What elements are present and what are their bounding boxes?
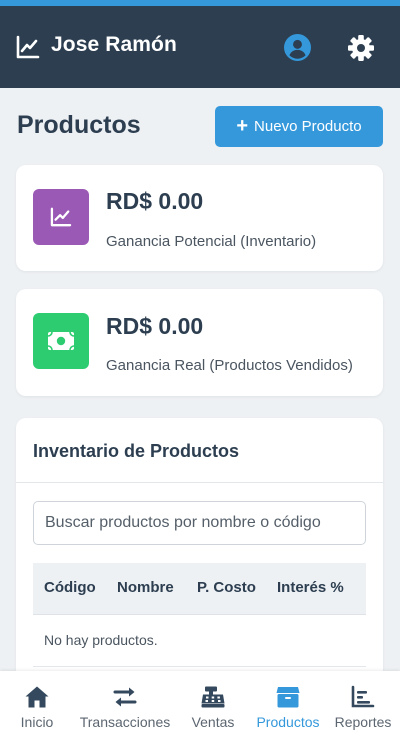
page-title: Productos	[17, 111, 141, 139]
money-bill-icon	[47, 331, 75, 351]
nav-item-inicio[interactable]: Inicio	[16, 671, 58, 746]
column-header-interest[interactable]: Interés %	[277, 579, 344, 596]
stat-icon-box	[33, 313, 89, 369]
gear-icon[interactable]	[347, 34, 375, 62]
home-icon	[25, 686, 49, 708]
column-header-cost[interactable]: P. Costo	[197, 579, 256, 596]
stat-amount: RD$ 0.00	[106, 188, 204, 214]
row-divider	[33, 666, 366, 667]
new-product-button[interactable]: + Nuevo Producto	[215, 106, 383, 147]
plus-icon: +	[236, 114, 249, 137]
box-icon	[276, 687, 300, 708]
divider	[16, 482, 383, 483]
app-title: Jose Ramón	[51, 33, 177, 56]
inventory-card: Inventario de Productos Código Nombre P.…	[16, 418, 383, 698]
empty-table-message: No hay productos.	[44, 632, 158, 648]
column-header-name[interactable]: Nombre	[117, 579, 174, 596]
nav-item-productos[interactable]: Productos	[254, 671, 322, 746]
exchange-icon	[113, 687, 137, 707]
real-profit-card: RD$ 0.00 Ganancia Real (Productos Vendid…	[16, 289, 383, 396]
column-header-code[interactable]: Código	[44, 579, 96, 596]
inventory-title: Inventario de Productos	[33, 441, 240, 461]
nav-item-transacciones[interactable]: Transacciones	[76, 671, 174, 746]
product-search-input[interactable]	[33, 501, 366, 545]
bottom-nav: Inicio Transacciones Ventas Productos Re…	[0, 671, 400, 746]
chart-line-icon	[16, 35, 40, 59]
nav-label: Transacciones	[79, 714, 171, 730]
user-circle-icon[interactable]	[284, 34, 311, 61]
new-product-label: Nuevo Producto	[254, 118, 362, 135]
stat-icon-box	[33, 189, 89, 245]
nav-item-ventas[interactable]: Ventas	[189, 671, 237, 746]
nav-item-reportes[interactable]: Reportes	[334, 671, 392, 746]
nav-label: Productos	[256, 714, 320, 730]
potential-profit-card: RD$ 0.00 Ganancia Potencial (Inventario)	[16, 165, 383, 271]
stat-caption: Ganancia Potencial (Inventario)	[106, 233, 317, 250]
bar-chart-icon	[351, 685, 375, 708]
stat-caption: Ganancia Real (Productos Vendidos)	[106, 357, 353, 374]
app-header: Jose Ramón	[0, 6, 400, 88]
table-header: Código Nombre P. Costo Interés %	[33, 563, 366, 615]
nav-label: Inicio	[20, 714, 54, 730]
nav-label: Ventas	[191, 714, 235, 730]
chart-line-icon	[50, 207, 72, 227]
cash-register-icon	[201, 686, 225, 708]
stat-amount: RD$ 0.00	[106, 313, 204, 339]
nav-label: Reportes	[334, 714, 392, 730]
